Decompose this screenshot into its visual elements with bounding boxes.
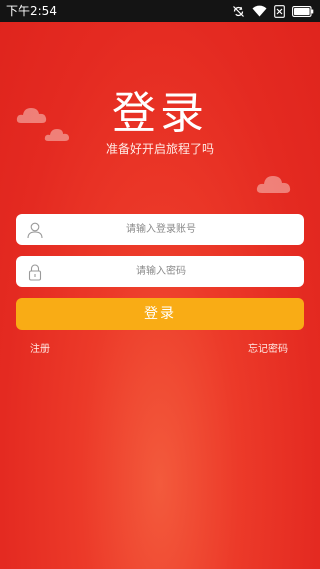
status-time: 下午2:54 (6, 4, 57, 18)
register-link[interactable]: 注册 (30, 343, 50, 357)
status-icons (232, 3, 314, 19)
username-input[interactable] (56, 214, 266, 245)
forgot-password-link[interactable]: 忘记密码 (248, 343, 288, 357)
user-icon (26, 221, 44, 239)
password-field[interactable] (16, 256, 304, 287)
login-button[interactable]: 登录 (16, 298, 304, 330)
username-field[interactable] (16, 214, 304, 245)
login-screen: 下午2:54 登录 准备好开启旅程了吗 请输入登录账号 登录 注册 忘记密码 (0, 0, 320, 569)
sync-off-icon (232, 5, 245, 18)
lock-icon (26, 263, 44, 281)
cloud-decoration-right (256, 176, 291, 193)
sim-off-icon (274, 4, 285, 18)
page-subtitle: 准备好开启旅程了吗 (105, 142, 214, 156)
battery-icon (292, 5, 314, 17)
password-input[interactable] (56, 256, 266, 287)
status-bar: 下午2:54 (0, 0, 320, 22)
page-title: 登录 (112, 88, 208, 139)
wifi-icon (252, 5, 267, 17)
